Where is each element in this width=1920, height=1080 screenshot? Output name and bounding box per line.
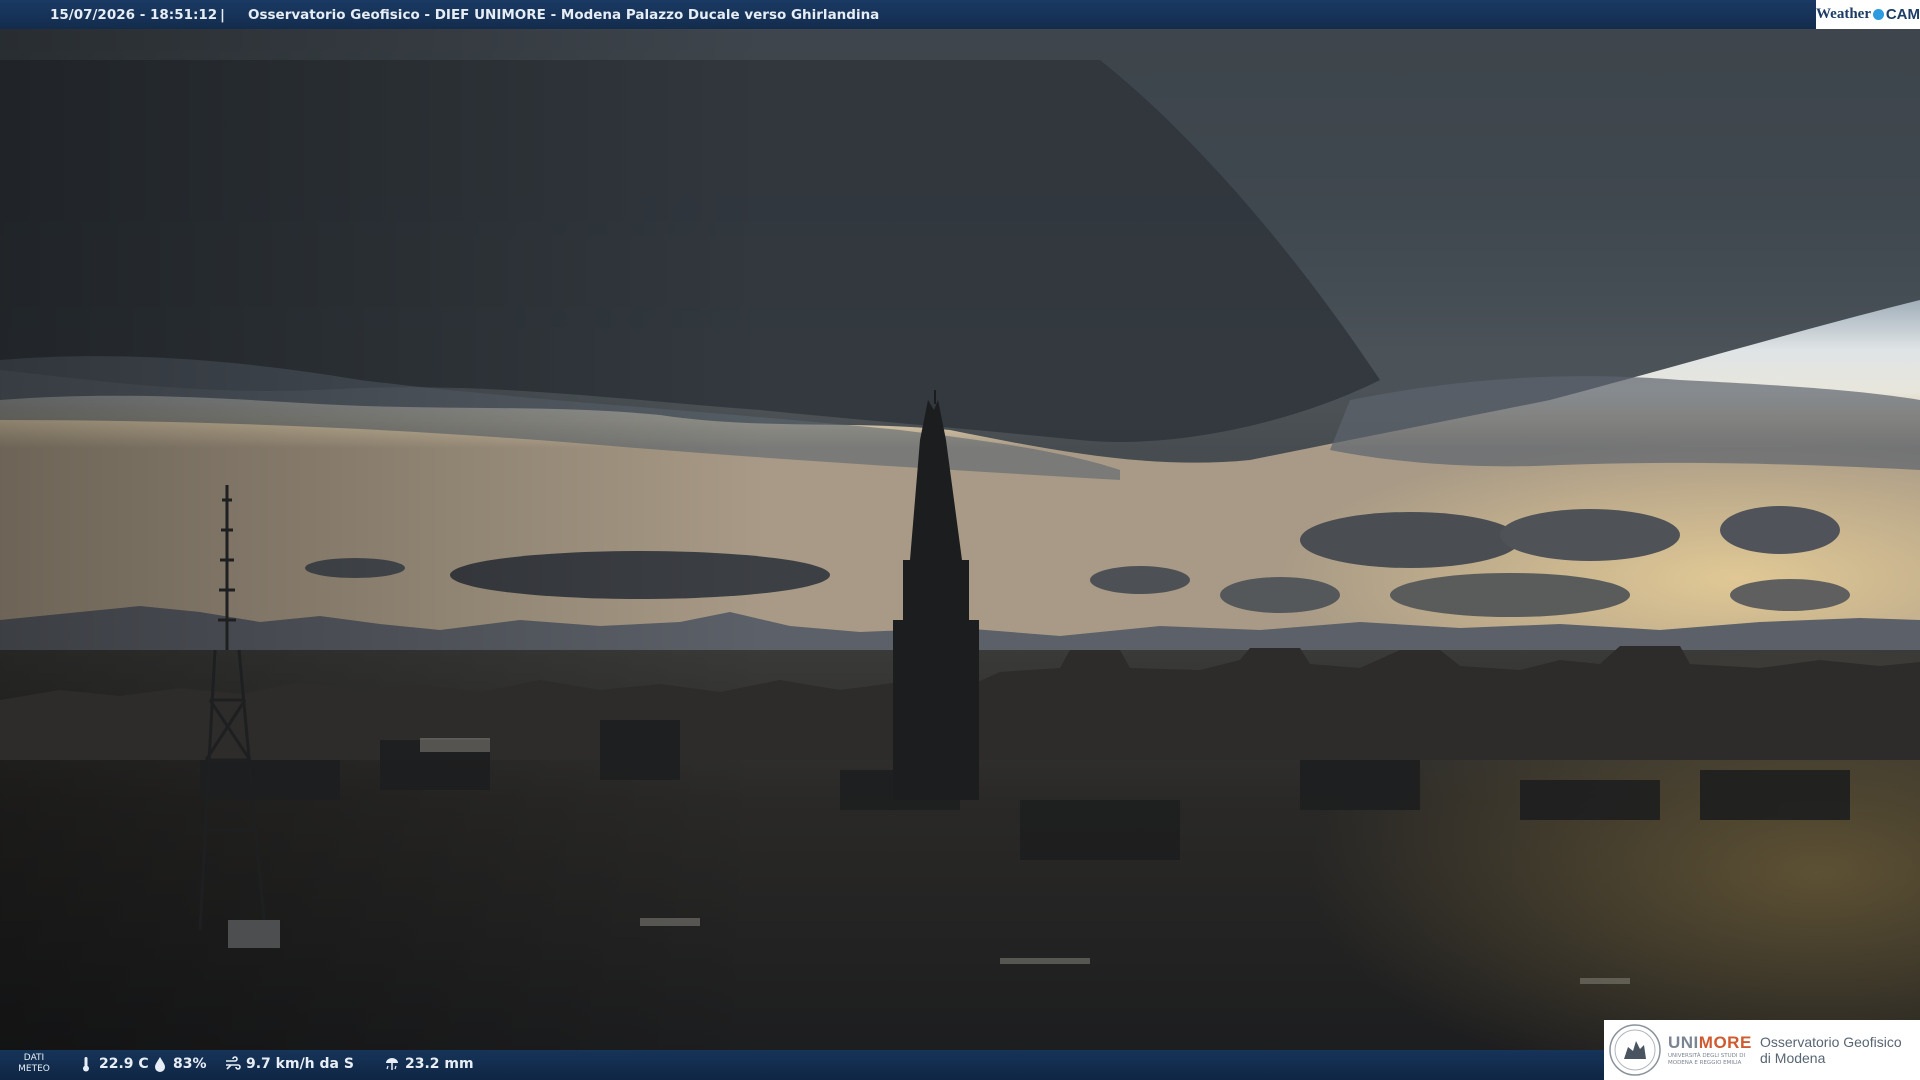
thermometer-icon	[83, 1057, 89, 1072]
camera-header-bar: 15/07/2026 - 18:51:12 | Osservatorio Geo…	[0, 0, 1920, 29]
observatory-name: Osservatorio Geofisico di Modena	[1760, 1034, 1902, 1066]
meteo-label-line2: METEO	[18, 1064, 50, 1074]
humidity-drop-icon	[155, 1057, 165, 1072]
header-separator: |	[220, 6, 225, 23]
weathercam-dot-icon	[1872, 9, 1884, 20]
rain-gauge-icon	[386, 1058, 398, 1070]
camera-title: Osservatorio Geofisico - DIEF UNIMORE - …	[248, 6, 880, 23]
wind-value: 9.7 km/h da S	[246, 1056, 354, 1072]
uni-suffix: MORE	[1698, 1033, 1752, 1052]
uni-subtitle-line1: UNIVERSITÀ DEGLI STUDI DI	[1668, 1053, 1746, 1059]
wind-icon	[226, 1056, 241, 1070]
humidity-value: 83%	[173, 1056, 207, 1072]
observatory-name-line1: Osservatorio Geofisico	[1760, 1034, 1902, 1050]
unimore-logo-panel: UNIMORE UNIVERSITÀ DEGLI STUDI DI MODENA…	[1604, 1020, 1920, 1080]
rain-reading: 23.2 mm	[384, 1056, 474, 1072]
temperature-value: 22.9 C	[99, 1056, 149, 1072]
unimore-seal-icon	[1609, 1024, 1661, 1076]
webcam-scene	[0, 0, 1920, 1080]
weathercam-logo-word: Weather	[1816, 6, 1871, 22]
rain-value: 23.2 mm	[405, 1056, 474, 1072]
wind-reading: 9.7 km/h da S	[225, 1056, 354, 1072]
weathercam-logo: Weather CAM	[1816, 0, 1920, 29]
meteo-label: DATI METEO	[14, 1053, 54, 1075]
unimore-wordmark: UNIMORE UNIVERSITÀ DEGLI STUDI DI MODENA…	[1668, 1033, 1752, 1067]
meteo-label-line1: DATI	[23, 1053, 45, 1063]
meteo-data-bar: DATI METEO 22.9 C 83% 9.7 km/h da S 23.2…	[0, 1050, 1604, 1080]
weathercam-logo-cam: CAM	[1885, 6, 1920, 23]
temperature-reading: 22.9 C	[78, 1056, 149, 1072]
observatory-name-line2: di Modena	[1760, 1050, 1826, 1066]
uni-subtitle-line2: MODENA E REGGIO EMILIA	[1668, 1060, 1742, 1066]
uni-prefix: UNI	[1668, 1033, 1699, 1052]
humidity-reading: 83%	[152, 1056, 207, 1072]
timestamp: 15/07/2026 - 18:51:12	[50, 6, 218, 23]
